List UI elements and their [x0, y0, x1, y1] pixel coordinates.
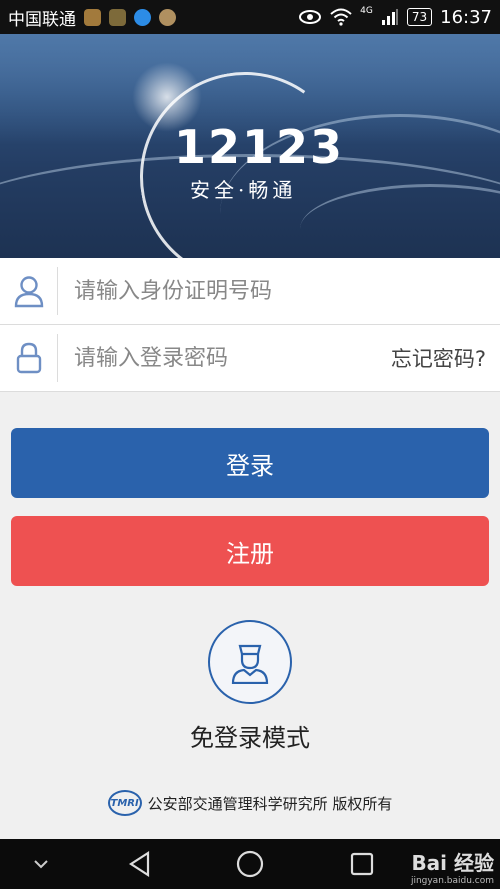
notification-app-icon — [109, 8, 126, 26]
system-nav-bar: Bai 经验 jingyan.baidu.com — [0, 839, 500, 889]
app-slogan: 安全·畅通 — [190, 178, 297, 202]
register-button[interactable]: 注册 — [11, 516, 489, 586]
wifi-icon — [330, 8, 352, 26]
carrier-label: 中国联通 — [8, 9, 76, 30]
copyright-text: 公安部交通管理科学研究所 版权所有 — [147, 794, 393, 813]
status-bar: 中国联通 4G 73 16:37 — [0, 0, 500, 34]
watermark-url: jingyan.baidu.com — [410, 876, 494, 886]
forgot-password-link[interactable]: 忘记密码? — [391, 343, 486, 373]
login-button[interactable]: 登录 — [11, 428, 489, 498]
home-icon[interactable] — [232, 839, 268, 889]
id-number-row — [0, 258, 500, 325]
tmri-logo: TMRI — [107, 790, 142, 816]
user-icon — [0, 267, 58, 315]
notification-app-icon — [159, 8, 176, 26]
baidu-watermark: Bai 经验 jingyan.baidu.com — [411, 847, 494, 886]
lock-icon — [0, 334, 58, 382]
guest-mode-label: 免登录模式 — [190, 724, 310, 752]
eye-icon — [299, 10, 322, 24]
copyright-footer: TMRI 公安部交通管理科学研究所 版权所有 — [0, 790, 500, 816]
notification-app-icon — [84, 8, 101, 26]
status-right: 4G 73 16:37 — [298, 6, 492, 28]
login-form: 忘记密码? — [0, 258, 500, 392]
password-row: 忘记密码? — [0, 325, 500, 392]
chat-icon — [134, 8, 151, 26]
guest-mode-button[interactable]: 免登录模式 — [150, 620, 350, 753]
officer-icon — [208, 620, 292, 704]
app-logo-text: 12123 — [174, 120, 345, 174]
signal-icon — [381, 9, 398, 25]
network-type: 4G — [360, 6, 373, 16]
watermark-brand: Bai 经验 — [411, 851, 494, 875]
id-number-input[interactable] — [58, 278, 500, 304]
back-icon[interactable] — [122, 839, 158, 889]
chevron-down-icon[interactable] — [26, 839, 56, 889]
status-time: 16:37 — [440, 6, 492, 28]
battery-indicator: 73 — [406, 8, 433, 26]
recents-icon[interactable] — [344, 839, 380, 889]
app-banner: 12123 安全·畅通 — [0, 34, 500, 258]
